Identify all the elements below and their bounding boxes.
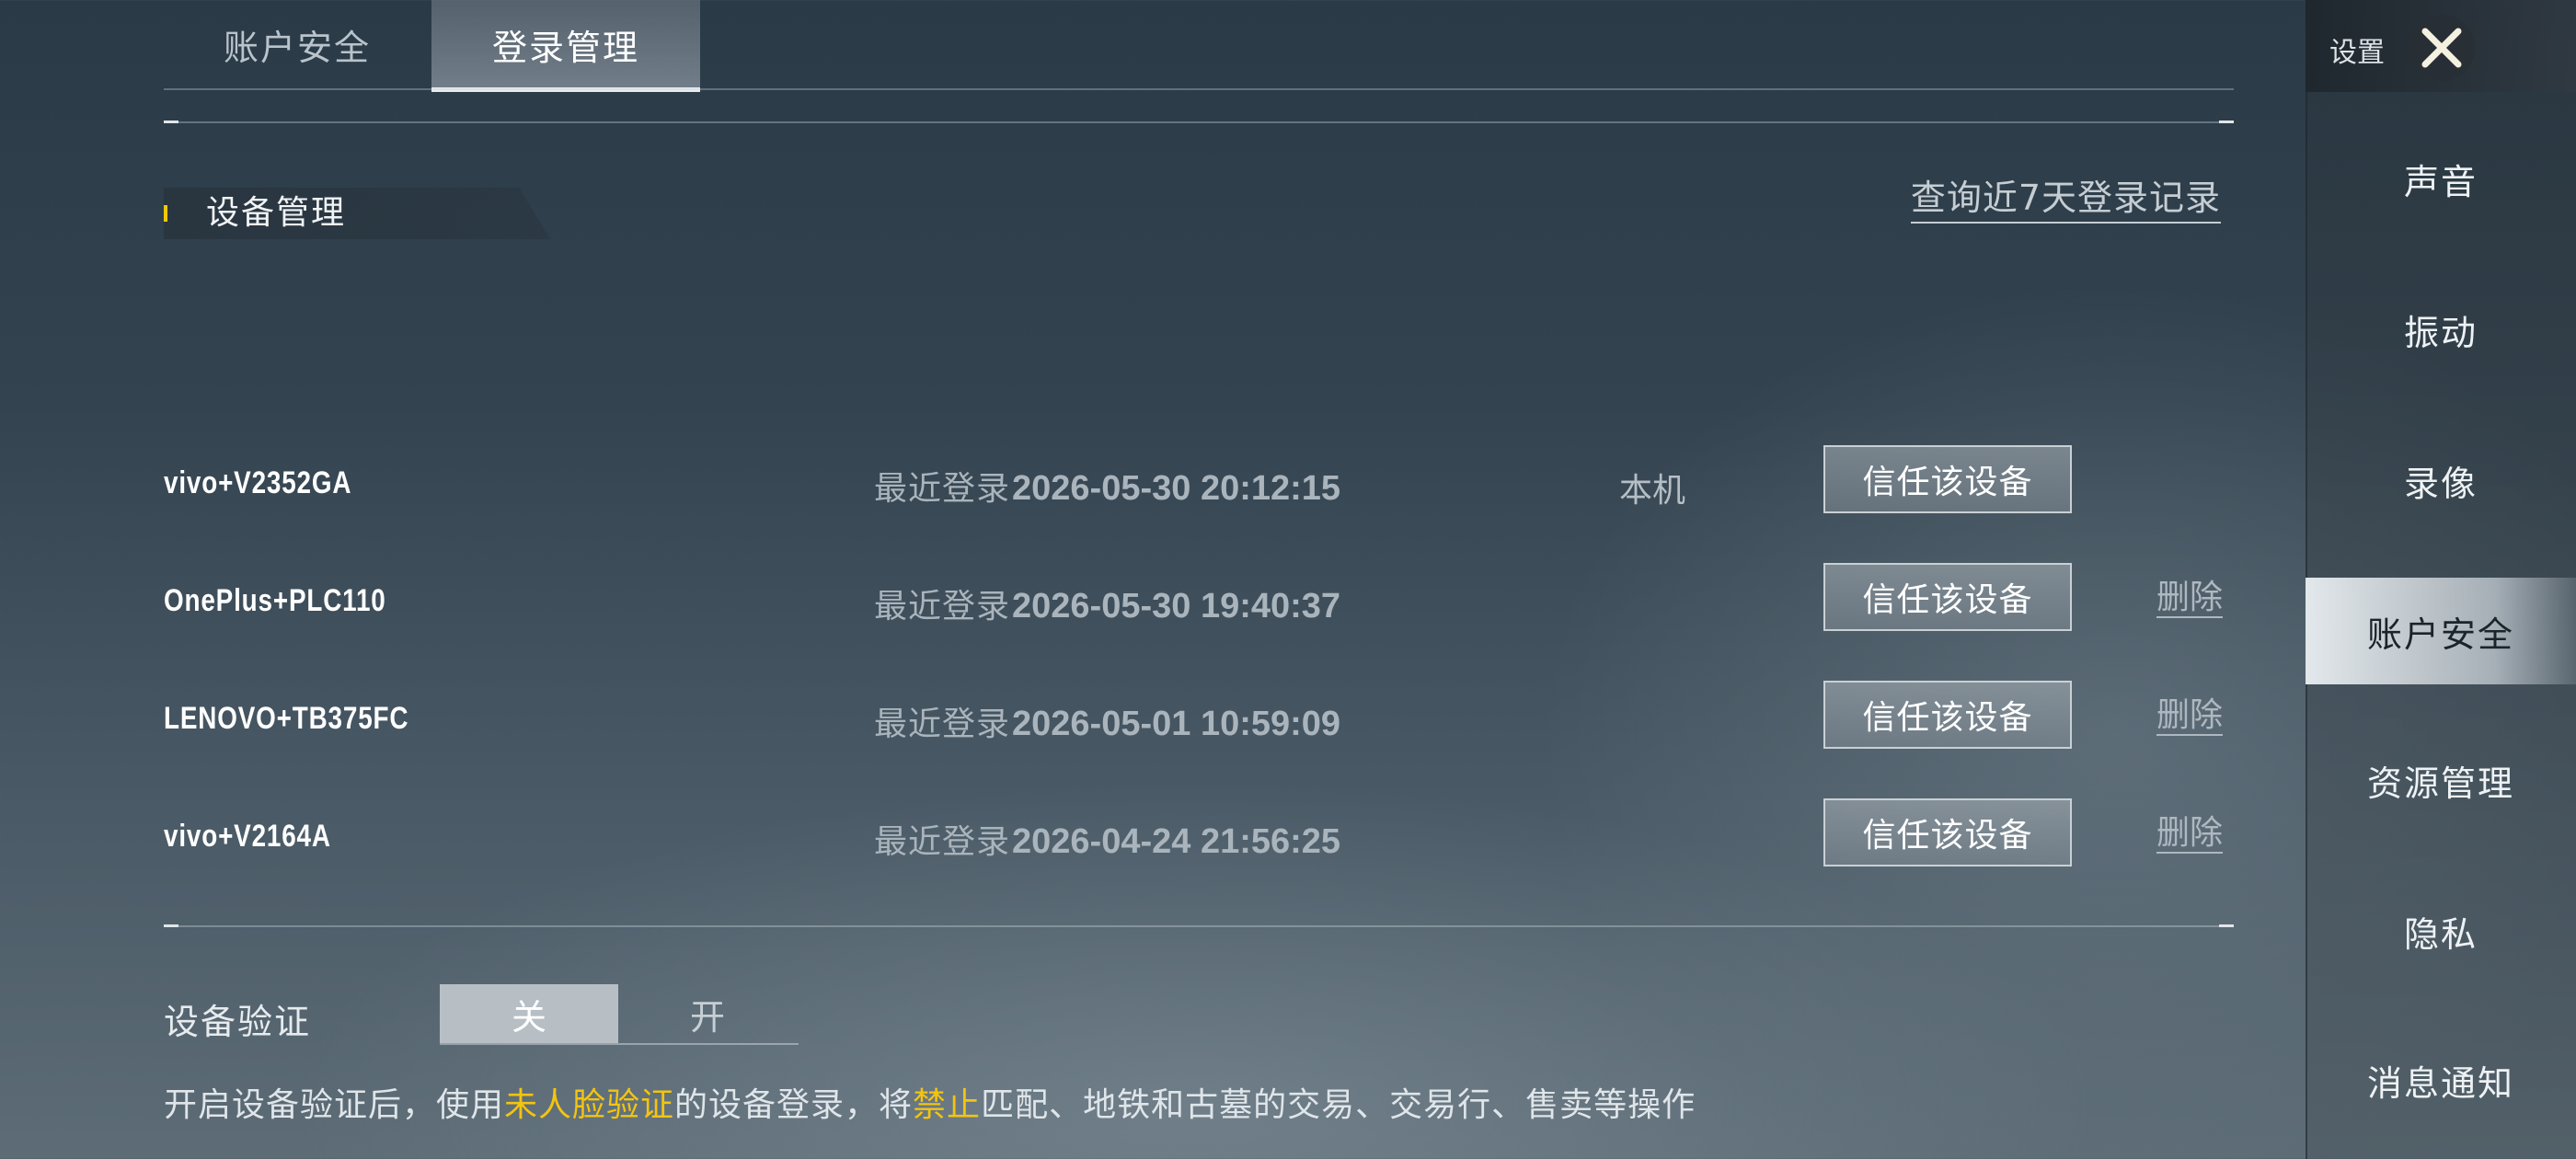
- sidebar-item-sound[interactable]: 声音: [2306, 125, 2576, 232]
- last-login-time: 2026-05-30 19:40:37: [1012, 587, 1341, 625]
- last-login: 最近登录2026-05-30 20:12:15: [874, 462, 1340, 510]
- device-name: OnePlus+PLC110: [164, 583, 386, 618]
- last-login: 最近登录2026-05-30 19:40:37: [874, 580, 1340, 627]
- verification-note: 开启设备验证后，使用未人脸验证的设备登录，将禁止匹配、地铁和古墓的交易、交易行、…: [164, 1078, 1696, 1126]
- toggle-underline: [440, 1043, 799, 1045]
- last-login-time: 2026-05-30 20:12:15: [1012, 469, 1341, 508]
- last-login-label: 最近登录: [874, 470, 1011, 508]
- device-row: vivo+V2164A 最近登录2026-04-24 21:56:25 信任该设…: [0, 798, 2300, 872]
- query-login-records-link[interactable]: 查询近7天登录记录: [1910, 169, 2221, 224]
- sidebar-item-notifications[interactable]: 消息通知: [2306, 1027, 2576, 1133]
- trust-device-button[interactable]: 信任该设备: [1823, 798, 2072, 866]
- device-name: vivo+V2352GA: [164, 465, 352, 500]
- note-highlight-face-verify: 未人脸验证: [504, 1086, 675, 1124]
- note-text: 的设备登录，将: [674, 1086, 914, 1124]
- sidebar-item-vibration[interactable]: 振动: [2306, 276, 2576, 383]
- sidebar-item-recording[interactable]: 录像: [2306, 427, 2576, 534]
- device-row: vivo+V2352GA 最近登录2026-05-30 20:12:15 本机 …: [0, 445, 2300, 519]
- last-login: 最近登录2026-05-01 10:59:09: [874, 697, 1340, 745]
- delete-device-link[interactable]: 删除: [2156, 580, 2224, 618]
- delete-device-link[interactable]: 删除: [2156, 697, 2224, 736]
- this-device-tag: 本机: [1619, 472, 1686, 510]
- last-login: 最近登录2026-04-24 21:56:25: [874, 815, 1340, 863]
- close-button[interactable]: [2409, 15, 2475, 81]
- verification-on-option[interactable]: 开: [618, 984, 797, 1043]
- trust-device-button[interactable]: 信任该设备: [1823, 681, 2072, 749]
- trust-device-button[interactable]: 信任该设备: [1823, 563, 2072, 631]
- device-row: OnePlus+PLC110 最近登录2026-05-30 19:40:37 信…: [0, 563, 2300, 637]
- close-icon: [2421, 28, 2462, 68]
- tabs-divider: [164, 88, 2234, 90]
- sidebar-item-resource-management[interactable]: 资源管理: [2306, 727, 2576, 833]
- delete-device-link[interactable]: 删除: [2156, 815, 2224, 854]
- sidebar-item-privacy[interactable]: 隐私: [2306, 878, 2576, 984]
- top-divider: [164, 120, 2234, 123]
- section-accent-bar: [164, 205, 167, 222]
- section-title: 设备管理: [206, 194, 347, 232]
- last-login-time: 2026-05-01 10:59:09: [1012, 705, 1341, 743]
- settings-title: 设置: [2329, 37, 2385, 69]
- device-row: LENOVO+TB375FC 最近登录2026-05-01 10:59:09 信…: [0, 681, 2300, 754]
- trust-device-button[interactable]: 信任该设备: [1823, 445, 2072, 513]
- last-login-label: 最近登录: [874, 588, 1011, 625]
- note-text: 匹配、地铁和古墓的交易、交易行、售卖等操作: [981, 1086, 1696, 1124]
- sidebar-item-account-security[interactable]: 账户安全: [2306, 578, 2576, 684]
- tab-login-management[interactable]: 登录管理: [431, 0, 700, 92]
- note-highlight-forbid: 禁止: [913, 1086, 982, 1124]
- device-verification-label: 设备验证: [164, 1002, 312, 1042]
- last-login-time: 2026-04-24 21:56:25: [1012, 822, 1341, 861]
- bottom-divider: [164, 924, 2234, 927]
- last-login-label: 最近登录: [874, 706, 1011, 743]
- note-text: 开启设备验证后，使用: [164, 1086, 505, 1124]
- device-name: vivo+V2164A: [164, 819, 331, 854]
- last-login-label: 最近登录: [874, 823, 1011, 861]
- verification-off-option[interactable]: 关: [440, 984, 618, 1043]
- device-name: LENOVO+TB375FC: [164, 701, 409, 736]
- tab-account-security[interactable]: 账户安全: [164, 0, 431, 88]
